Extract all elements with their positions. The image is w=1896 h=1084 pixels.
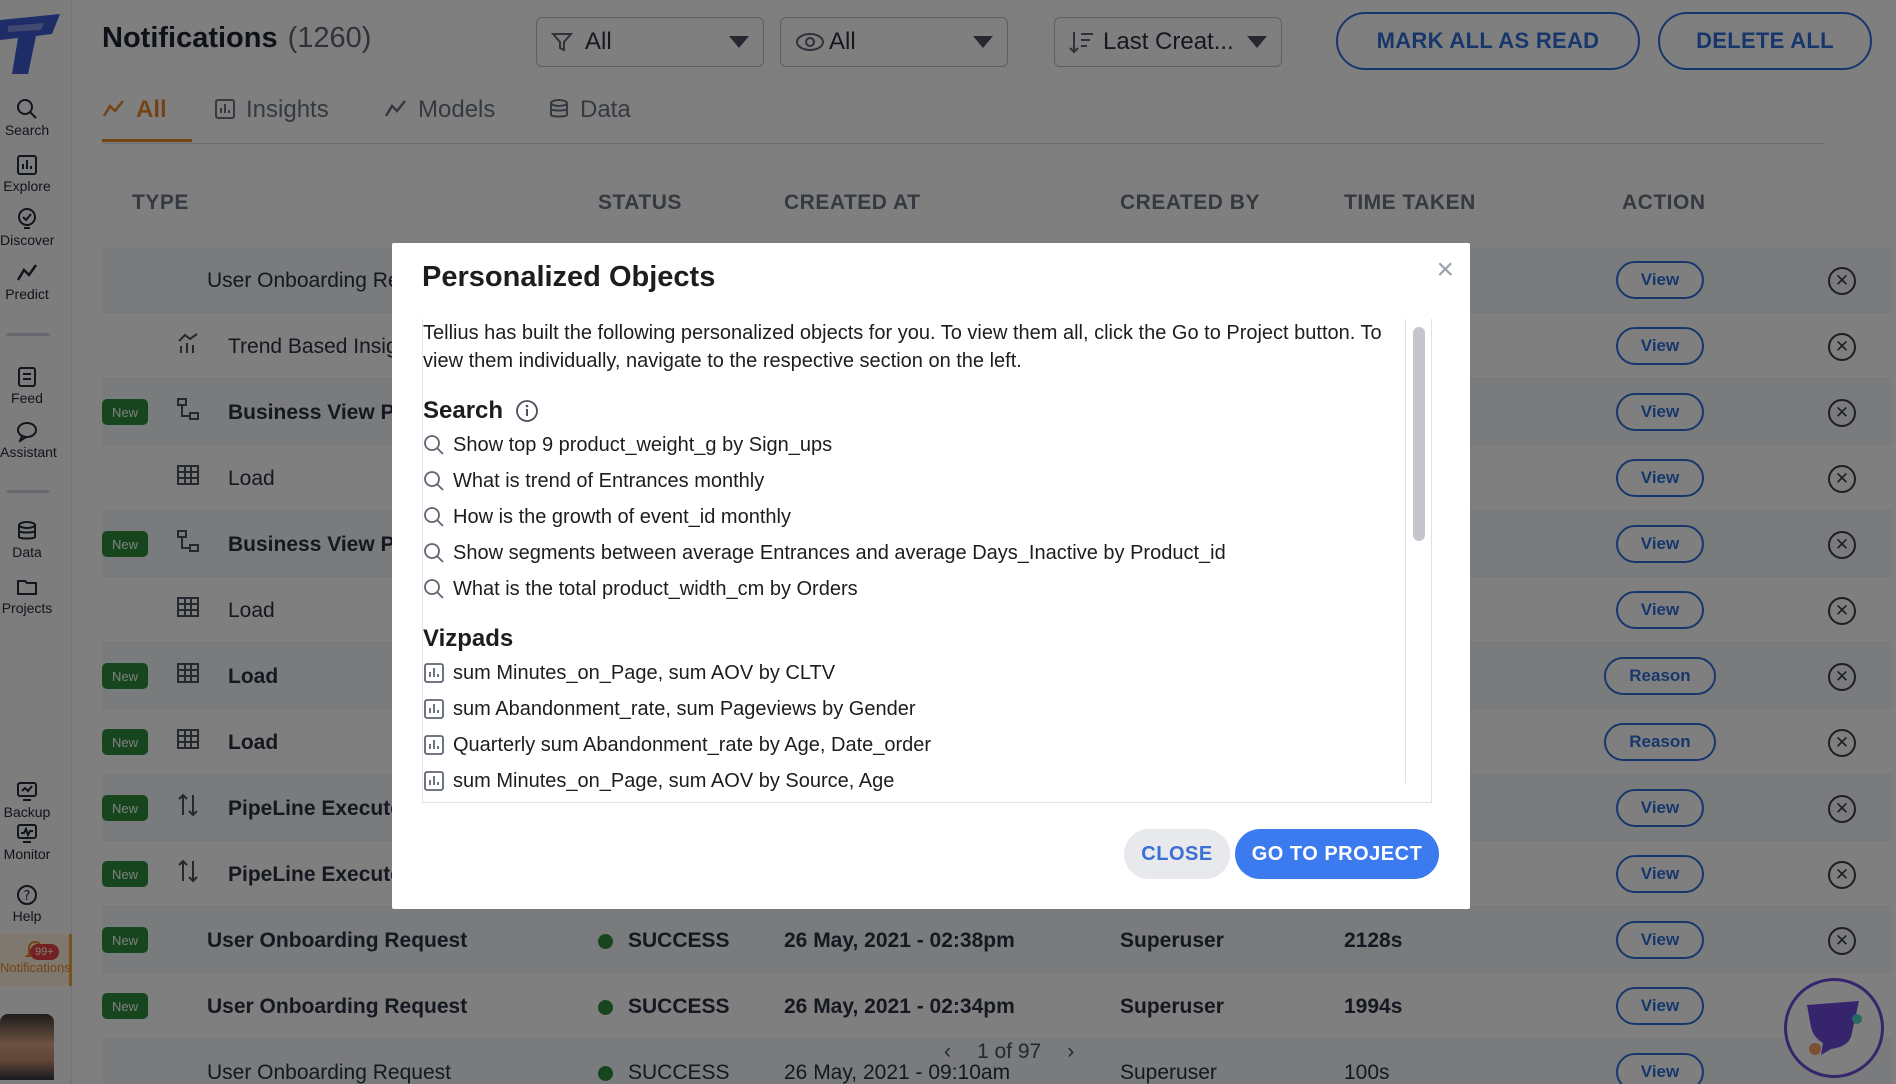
dialog-description: Tellius has built the following personal… [423,322,1382,372]
vizpad-icon [424,735,444,755]
scrollbar-thumb[interactable] [1413,327,1425,541]
search-object-item[interactable]: Show segments between average Entrances … [423,535,1431,571]
search-icon [424,507,444,527]
search-object-label: What is trend of Entrances monthly [453,469,765,492]
search-icon [424,471,444,491]
vizpads-section-heading: Vizpads [423,625,1431,653]
vizpads-heading-label: Vizpads [423,625,514,652]
search-object-item[interactable]: What is trend of Entrances monthly [423,463,1431,499]
search-object-label: Show top 9 product_weight_g by Sign_ups [453,433,833,456]
close-button[interactable]: CLOSE [1124,829,1230,879]
vizpad-object-label: Quarterly sum Abandonment_rate by Age, D… [453,733,932,756]
search-object-item[interactable]: How is the growth of event_id monthly [423,499,1431,535]
vizpad-icon [424,699,444,719]
personalized-objects-dialog: × Personalized Objects Tellius has built… [392,243,1470,909]
vizpad-object-item[interactable]: sum Abandonment_rate, sum Pageviews by G… [423,691,1431,727]
search-object-item[interactable]: What is the total product_width_cm by Or… [423,571,1431,607]
vizpad-object-label: sum Abandonment_rate, sum Pageviews by G… [453,697,916,720]
dialog-content[interactable]: Tellius has built the following personal… [422,319,1432,803]
vizpad-icon [424,771,444,791]
go-to-project-button[interactable]: GO TO PROJECT [1235,829,1439,879]
search-object-item[interactable]: Show top 9 product_weight_g by Sign_ups [423,427,1431,463]
search-section-heading: Search [423,397,1431,425]
search-icon [424,543,444,563]
vizpad-object-label: sum Minutes_on_Page, sum AOV by CLTV [453,661,836,684]
dialog-title: Personalized Objects [422,261,716,293]
search-object-label: What is the total product_width_cm by Or… [453,577,858,600]
vizpad-icon [424,663,444,683]
search-heading-label: Search [423,397,504,424]
search-object-label: How is the growth of event_id monthly [453,505,791,528]
vizpad-object-label: sum Minutes_on_Page, sum AOV by Source, … [453,769,895,792]
search-icon [424,435,444,455]
info-icon[interactable] [515,399,539,423]
vizpad-object-item[interactable]: Quarterly sum Abandonment_rate by Age, D… [423,727,1431,763]
close-icon[interactable]: × [1436,253,1454,287]
search-icon [424,579,444,599]
search-object-label: Show segments between average Entrances … [453,541,1226,564]
vizpad-object-item[interactable]: sum Minutes_on_Page, sum AOV by CLTV [423,655,1431,691]
dialog-scrollbar[interactable] [1405,319,1431,783]
vizpad-object-item[interactable]: sum Minutes_on_Page, sum AOV by Source, … [423,763,1431,799]
